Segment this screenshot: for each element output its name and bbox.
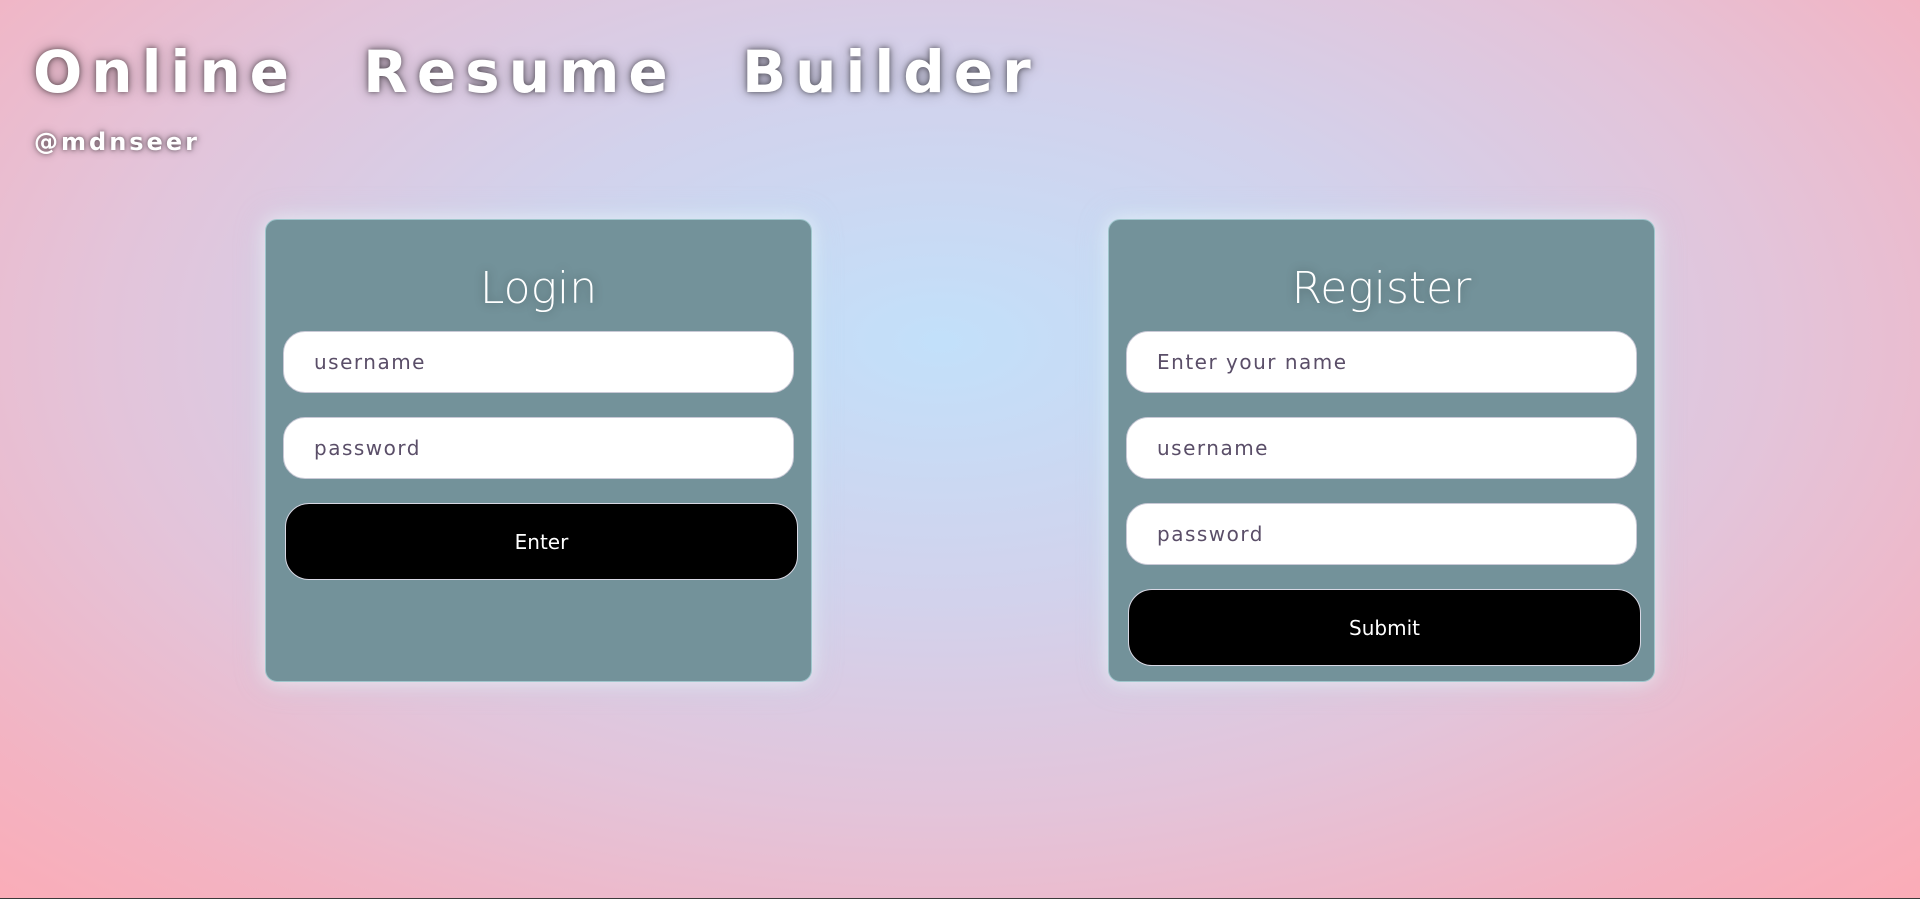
login-username-input[interactable]	[283, 331, 794, 393]
register-name-input[interactable]	[1126, 331, 1637, 393]
author-handle: @mdnseer	[34, 128, 200, 156]
login-title: Login	[479, 263, 598, 314]
register-card: Register Submit	[1108, 219, 1655, 682]
login-password-input[interactable]	[283, 417, 794, 479]
register-title: Register	[1291, 263, 1472, 314]
site-title: Online Resume Builder	[33, 38, 1040, 106]
register-submit-button[interactable]: Submit	[1128, 589, 1641, 666]
login-card: Login Enter	[265, 219, 812, 682]
register-username-input[interactable]	[1126, 417, 1637, 479]
login-enter-button[interactable]: Enter	[285, 503, 798, 580]
register-password-input[interactable]	[1126, 503, 1637, 565]
